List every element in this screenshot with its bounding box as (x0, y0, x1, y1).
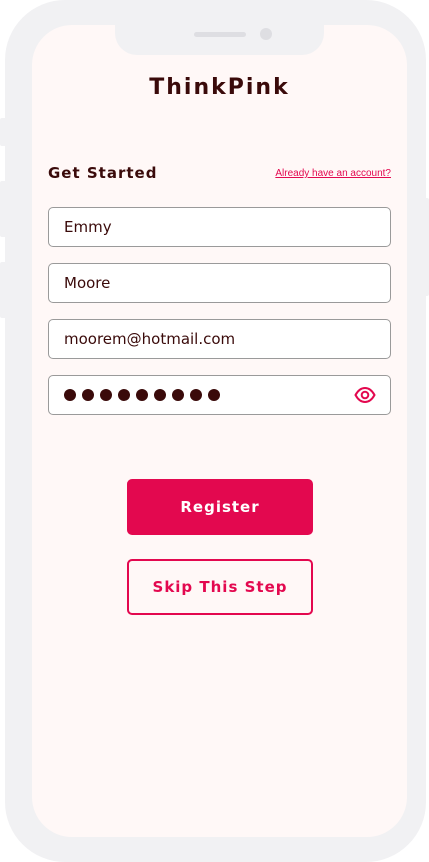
password-dot (190, 389, 202, 401)
volume-up-button (0, 181, 6, 237)
device-notch (115, 25, 324, 55)
speaker-grille (194, 32, 246, 37)
first-name-input[interactable] (49, 208, 364, 246)
device-frame: ThinkPink Get Started Already have an ac… (5, 0, 426, 862)
volume-down-button (0, 262, 6, 318)
last-name-input[interactable] (49, 264, 364, 302)
login-link[interactable]: Already have an account? (275, 168, 391, 179)
form-heading: Get Started (48, 164, 158, 182)
skip-step-button[interactable]: Skip This Step (127, 559, 313, 615)
register-button[interactable]: Register (127, 479, 313, 535)
email-field[interactable] (48, 319, 391, 359)
password-dot (64, 389, 76, 401)
password-dot (208, 389, 220, 401)
password-dot (136, 389, 148, 401)
password-dot (172, 389, 184, 401)
password-dot (118, 389, 130, 401)
power-button (423, 198, 429, 296)
eye-icon[interactable] (354, 385, 376, 405)
app-screen: ThinkPink Get Started Already have an ac… (32, 25, 407, 837)
password-dot (154, 389, 166, 401)
password-mask (64, 389, 226, 401)
app-title: ThinkPink (149, 75, 290, 100)
password-dot (82, 389, 94, 401)
last-name-field[interactable] (48, 263, 391, 303)
front-camera (260, 28, 272, 40)
email-input[interactable] (49, 320, 364, 358)
password-field[interactable] (48, 375, 391, 415)
first-name-field[interactable] (48, 207, 391, 247)
mute-switch (0, 118, 6, 146)
password-dot (100, 389, 112, 401)
